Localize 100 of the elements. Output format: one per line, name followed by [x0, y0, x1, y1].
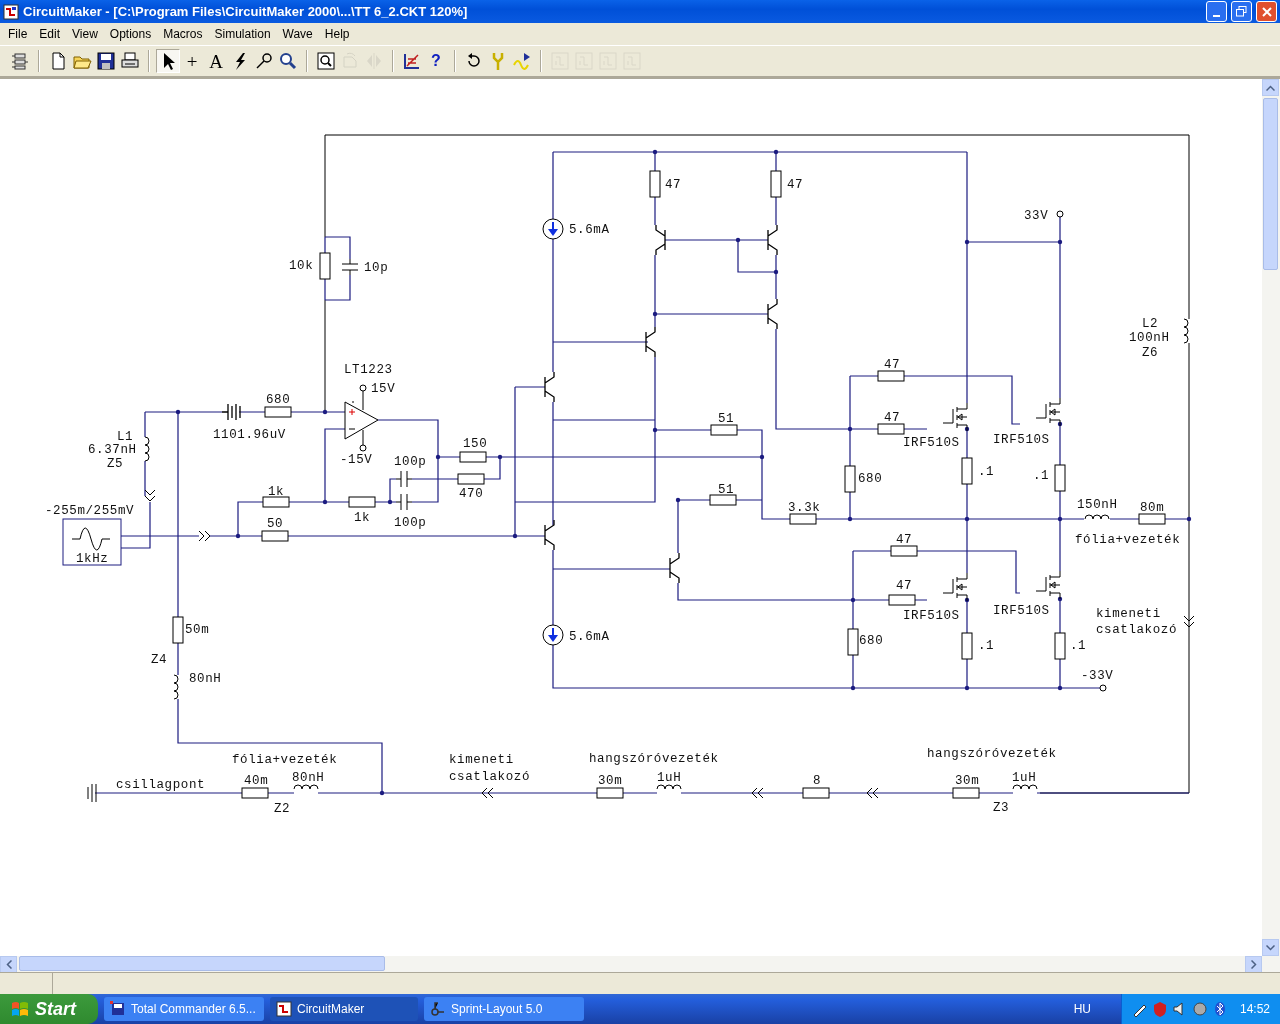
app-icon [276, 1001, 292, 1017]
taskbar-button[interactable]: CircuitMaker [270, 997, 418, 1021]
component-label: 51 [718, 412, 735, 426]
component-label: IRF510S [903, 609, 960, 623]
component-label: 1k [354, 511, 371, 525]
component-label: 8 [813, 774, 822, 788]
toolbar-button[interactable]: ? [424, 49, 448, 73]
component-label: 47 [884, 358, 901, 372]
component-label: 47 [884, 411, 901, 425]
component-label: 47 [787, 178, 804, 192]
component-label: 150nH [1077, 498, 1118, 512]
component-label: IRF510S [993, 433, 1050, 447]
component-label: csillagpont [116, 778, 206, 792]
component-label: 680 [266, 393, 291, 407]
component-label: Z5 [107, 457, 124, 471]
component-label: 47 [896, 533, 913, 547]
component-label: 100p [394, 455, 427, 469]
scrollbar-thumb[interactable] [1263, 98, 1278, 270]
component-label: L2 [1142, 317, 1159, 331]
component-label: 30m [955, 774, 980, 788]
component-label: kimeneti [449, 753, 514, 767]
component-label: IRF510S [903, 436, 960, 450]
chart-icon [402, 51, 422, 71]
component-label: 47 [896, 579, 913, 593]
component-label: -33V [1081, 669, 1114, 683]
component-label: 5.6mA [569, 630, 610, 644]
clock: 14:52 [1239, 1002, 1270, 1016]
menu-item[interactable]: View [66, 27, 104, 41]
component-label: 3.3k [788, 501, 821, 515]
component-label: 47 [665, 178, 682, 192]
component-label: fólia+vezeték [232, 753, 338, 767]
component-label: fólia+vezeték [1075, 533, 1181, 547]
menu-item[interactable]: Macros [157, 27, 209, 41]
menu-item[interactable]: Wave [276, 27, 319, 41]
component-label: 10p [364, 261, 389, 275]
menu-item[interactable]: Simulation [208, 27, 277, 41]
component-label: 100p [394, 516, 427, 530]
component-label: 80m [1140, 501, 1165, 515]
component-label: Z6 [1142, 346, 1159, 360]
waveform-icon [512, 51, 532, 71]
component-label: IRF510S [993, 604, 1050, 618]
component-label: 33V [1024, 209, 1049, 223]
component-label: 470 [459, 487, 484, 501]
close-icon [1261, 6, 1272, 17]
toolbar-button[interactable]: A [204, 49, 228, 73]
zoom-icon [316, 51, 336, 71]
component-label: kimeneti [1096, 607, 1161, 621]
menu-item[interactable]: Edit [33, 27, 67, 41]
taskbar-button[interactable]: Sprint-Layout 5.0 [424, 997, 584, 1021]
component-label: .1 [1033, 469, 1050, 483]
component-label: Z3 [993, 801, 1010, 815]
component-label: hangszóróvezeték [927, 747, 1057, 761]
minimize-icon [1213, 14, 1220, 17]
menu-item[interactable]: Options [103, 27, 158, 41]
taskbar-button[interactable]: Total Commander 6.5... [104, 997, 264, 1021]
language-indicator[interactable]: HU [1073, 1002, 1091, 1016]
component-label: 51 [718, 483, 735, 497]
component-label: 40m [244, 774, 269, 788]
toolbar-button[interactable]: + [180, 49, 204, 73]
component-label: L1 [117, 430, 134, 444]
minimize-button[interactable] [1206, 1, 1227, 22]
toolbar-button[interactable] [94, 49, 118, 73]
app-icon [3, 3, 19, 20]
component-label: csatlakozó [1096, 623, 1177, 637]
window-title: CircuitMaker - [C:\Program Files\CircuitMaker 2000\...\TT 6_2.CKT 120%] [23, 4, 469, 19]
app-icon [110, 1001, 126, 1017]
vertical-scrollbar[interactable] [1262, 79, 1280, 956]
component-label: 50m [185, 623, 210, 637]
probe-icon [254, 51, 274, 71]
close-button[interactable] [1256, 1, 1277, 22]
scroll-down-button[interactable] [1262, 939, 1279, 956]
windows-logo-icon [10, 999, 30, 1019]
component-label: 10k [289, 259, 314, 273]
restore-button[interactable] [1231, 1, 1252, 22]
component-label: .1 [978, 465, 995, 479]
toolbar-button[interactable] [314, 49, 338, 73]
component-label: Z2 [274, 802, 291, 816]
component-label: 1kHz [76, 552, 109, 566]
toolbar-button[interactable] [156, 49, 180, 73]
component-label: 50 [267, 517, 284, 531]
component-label: 30m [598, 774, 623, 788]
restore-icon [1236, 6, 1247, 17]
component-label: 1k [268, 485, 285, 499]
schematic-canvas[interactable] [0, 79, 1262, 956]
app-icon [430, 1001, 446, 1017]
component-label: LT1223 [344, 363, 393, 377]
start-button[interactable]: Start [0, 994, 98, 1024]
menu-item[interactable]: Help [318, 27, 356, 41]
component-label: 6.37nH [88, 443, 137, 457]
component-label: 1uH [657, 771, 682, 785]
component-label: csatlakozó [449, 770, 530, 784]
component-label: Z4 [151, 653, 168, 667]
scrollbar-thumb[interactable] [19, 956, 385, 971]
component-label: 1101.96uV [213, 428, 286, 442]
horizontal-scrollbar[interactable] [0, 956, 1280, 972]
search-icon [278, 51, 298, 71]
menu-item[interactable]: File [2, 27, 34, 41]
component-label: 680 [859, 634, 884, 648]
scroll-up-button[interactable] [1262, 79, 1279, 96]
component-label: 100nH [1129, 331, 1170, 345]
